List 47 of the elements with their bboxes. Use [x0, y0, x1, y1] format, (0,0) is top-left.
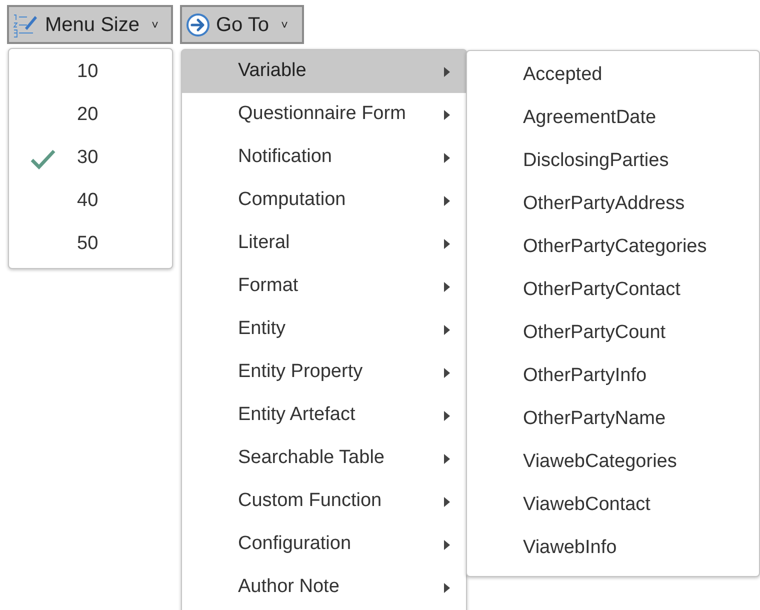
menu-item[interactable]: 10: [9, 51, 172, 94]
menu-item[interactable]: OtherPartyContact: [467, 269, 759, 312]
menu-item[interactable]: OtherPartyCategories: [467, 226, 759, 269]
menu-item[interactable]: Entity Property: [182, 351, 466, 394]
menu-item[interactable]: Searchable Table: [182, 437, 466, 480]
menu-item[interactable]: ViawebCategories: [467, 441, 759, 484]
menu-item[interactable]: Format: [182, 265, 466, 308]
menu-item[interactable]: OtherPartyInfo: [467, 355, 759, 398]
menu-item[interactable]: OtherPartyCount: [467, 312, 759, 355]
menu-item[interactable]: Configuration: [182, 523, 466, 566]
submenu-arrow-icon: [444, 238, 450, 248]
submenu-arrow-icon: [444, 368, 450, 378]
submenu-arrow-icon: [444, 324, 450, 334]
submenu-arrow-icon: [444, 582, 450, 592]
menu-item[interactable]: ViawebContact: [467, 484, 759, 527]
menu-item[interactable]: 20: [9, 94, 172, 137]
right-arrow-circle-icon: [186, 12, 210, 36]
menu-item[interactable]: OtherPartyName: [467, 398, 759, 441]
menu-item[interactable]: Accepted: [467, 54, 759, 97]
menu-item[interactable]: Author Note: [182, 566, 466, 609]
submenu-arrow-icon: [444, 496, 450, 506]
menu-item[interactable]: 30: [9, 137, 172, 180]
submenu-arrow-icon: [444, 66, 450, 76]
menu-item[interactable]: 40: [9, 180, 172, 223]
submenu-arrow-icon: [444, 540, 450, 550]
menu-item[interactable]: OtherPartyAddress: [467, 183, 759, 226]
submenu-arrow-icon: [444, 454, 450, 464]
submenu-arrow-icon: [444, 196, 450, 206]
toolbar-dropdown-button[interactable]: Menu Size ˅: [7, 5, 173, 44]
menu-item[interactable]: Entity: [182, 308, 466, 351]
menu-item[interactable]: 50: [9, 223, 172, 266]
submenu-arrow-icon: [444, 152, 450, 162]
menu-item[interactable]: Notification: [182, 136, 466, 179]
menu-item[interactable]: Questionnaire Form: [182, 93, 466, 136]
numbered-list-edit-icon: [13, 12, 39, 38]
menu-item[interactable]: Custom Function: [182, 480, 466, 523]
submenu-arrow-icon: [444, 410, 450, 420]
submenu-arrow-icon: [444, 110, 450, 120]
submenu-arrow-icon: [444, 282, 450, 292]
toolbar-dropdown-button[interactable]: Go To ˅: [180, 5, 304, 44]
menu-item[interactable]: Literal: [182, 222, 466, 265]
menu-item[interactable]: Entity Artefact: [182, 394, 466, 437]
menu-item[interactable]: DisclosingParties: [467, 140, 759, 183]
menu-item[interactable]: Computation: [182, 179, 466, 222]
menu-item[interactable]: AgreementDate: [467, 97, 759, 140]
menu-item[interactable]: ViawebInfo: [467, 527, 759, 570]
menu-item[interactable]: Variable: [182, 50, 466, 93]
